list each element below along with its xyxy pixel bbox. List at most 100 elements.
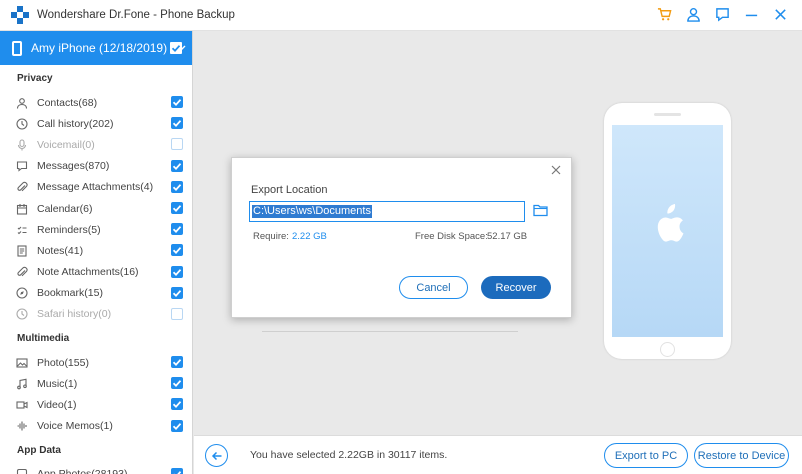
item-checkbox[interactable] <box>171 201 183 214</box>
item-checkbox[interactable] <box>171 286 183 299</box>
device-checkbox[interactable] <box>170 42 182 54</box>
item-checkbox[interactable] <box>171 96 183 108</box>
sidebar-item[interactable]: App Photos(28193) <box>0 464 192 474</box>
sidebar-item-label: Video(1) <box>37 399 77 412</box>
item-checkbox[interactable] <box>171 117 183 130</box>
sidebar: Amy iPhone (12/18/2019) Privacy Contacts… <box>0 31 193 474</box>
recover-button[interactable]: Recover <box>481 276 551 299</box>
music-icon <box>16 378 28 390</box>
back-button[interactable] <box>205 444 228 467</box>
item-checkbox[interactable] <box>171 377 183 390</box>
reminders-icon <box>16 224 28 236</box>
voicemail-icon <box>16 139 28 151</box>
apple-logo-icon <box>657 204 684 242</box>
call-history-icon <box>16 118 28 130</box>
sidebar-item-label: Notes(41) <box>37 244 84 257</box>
feedback-icon[interactable] <box>715 7 730 22</box>
item-checkbox[interactable] <box>171 138 183 151</box>
safari-history-icon <box>16 308 28 321</box>
restore-to-device-button[interactable]: Restore to Device <box>694 443 789 468</box>
require-value: 2.22 GB <box>292 231 327 242</box>
sidebar-item-label: Photo(155) <box>37 356 89 369</box>
drfone-logo-icon <box>11 6 29 24</box>
item-checkbox[interactable] <box>171 265 183 278</box>
section-title: App Data <box>17 444 61 456</box>
section-privacy: Privacy Contacts(68) Call history(202) Voi… <box>0 65 192 325</box>
sidebar-item-label: Message Attachments(4) <box>37 181 154 194</box>
item-checkbox[interactable] <box>171 180 183 193</box>
folder-icon[interactable] <box>533 203 548 217</box>
export-location-dialog: Export Location C:\Users\ws\Documents Re… <box>231 157 572 318</box>
phone-icon <box>12 40 22 56</box>
item-checkbox[interactable] <box>171 244 183 257</box>
calendar-icon <box>16 203 28 215</box>
sidebar-item-label: App Photos(28193) <box>37 468 127 474</box>
item-checkbox[interactable] <box>171 356 183 369</box>
sidebar-item[interactable]: Voice Memos(1) <box>0 416 192 437</box>
item-checkbox[interactable] <box>171 398 183 411</box>
voice-memo-icon <box>16 420 28 432</box>
notes-icon <box>16 245 28 257</box>
sidebar-item-label: Messages(870) <box>37 160 110 173</box>
sidebar-item[interactable]: Reminders(5) <box>0 219 192 240</box>
sidebar-item-label: Music(1) <box>37 377 78 390</box>
sidebar-item[interactable]: Messages(870) <box>0 156 192 177</box>
cancel-button[interactable]: Cancel <box>399 276 468 299</box>
free-space-value: 52.17 GB <box>487 231 528 242</box>
close-icon[interactable] <box>773 7 788 22</box>
device-selector[interactable]: Amy iPhone (12/18/2019) <box>0 31 192 65</box>
sidebar-item-label: Note Attachments(16) <box>37 266 139 279</box>
require-label: Require: <box>253 231 289 242</box>
item-checkbox[interactable] <box>171 307 183 320</box>
section-title: Privacy <box>17 73 53 84</box>
user-icon[interactable] <box>686 7 701 22</box>
sidebar-item-label: Call history(202) <box>37 117 114 130</box>
sidebar-item-label: Contacts(68) <box>37 96 98 109</box>
item-checkbox[interactable] <box>171 419 183 432</box>
app-photos-icon <box>16 468 28 474</box>
item-checkbox[interactable] <box>171 223 183 236</box>
sidebar-item[interactable]: Contacts(68) <box>0 92 192 113</box>
export-location-label: Export Location <box>251 184 328 196</box>
app-title: Wondershare Dr.Fone - Phone Backup <box>37 9 235 21</box>
export-path-input[interactable]: C:\Users\ws\Documents <box>249 201 525 222</box>
section-app-data: App Data App Photos(28193) <box>0 437 192 474</box>
bookmark-icon <box>16 287 28 299</box>
sidebar-item-label: Reminders(5) <box>37 223 101 236</box>
cart-icon[interactable] <box>657 7 672 22</box>
minimize-icon[interactable] <box>744 7 759 22</box>
bottom-bar: You have selected 2.22GB in 30117 items.… <box>194 435 802 474</box>
sidebar-item[interactable]: Video(1) <box>0 394 192 415</box>
free-space-label: Free Disk Space: <box>415 231 488 242</box>
sidebar-item[interactable]: Voicemail(0) <box>0 134 192 155</box>
sidebar-item-label: Safari history(0) <box>37 308 112 321</box>
sidebar-item-label: Voice Memos(1) <box>37 420 113 433</box>
attachment-icon <box>16 181 28 193</box>
export-to-pc-button[interactable]: Export to PC <box>604 443 688 468</box>
sidebar-item-label: Bookmark(15) <box>37 287 103 300</box>
sidebar-item[interactable]: Safari history(0) <box>0 304 192 325</box>
sidebar-item[interactable]: Message Attachments(4) <box>0 177 192 198</box>
title-bar: Wondershare Dr.Fone - Phone Backup <box>0 0 802 31</box>
iphone-illustration <box>604 103 731 359</box>
section-title: Multimedia <box>17 333 70 345</box>
sidebar-item[interactable]: Bookmark(15) <box>0 283 192 304</box>
sidebar-item[interactable]: Photo(155) <box>0 352 192 373</box>
video-icon <box>16 399 28 411</box>
photo-icon <box>16 357 28 369</box>
export-path-value: C:\Users\ws\Documents <box>252 205 372 218</box>
sidebar-item[interactable]: Music(1) <box>0 373 192 394</box>
sidebar-item[interactable]: Call history(202) <box>0 113 192 134</box>
device-name: Amy iPhone (12/18/2019) <box>31 41 168 55</box>
messages-icon <box>16 160 28 172</box>
item-checkbox[interactable] <box>171 159 183 172</box>
arrow-left-icon <box>211 451 221 460</box>
sidebar-item[interactable]: Note Attachments(16) <box>0 262 192 283</box>
sidebar-item[interactable]: Notes(41) <box>0 240 192 261</box>
dialog-close-icon[interactable] <box>550 164 562 176</box>
selection-summary: You have selected 2.22GB in 30117 items. <box>250 449 448 461</box>
contacts-icon <box>16 97 28 109</box>
sidebar-item-label: Voicemail(0) <box>37 138 95 151</box>
sidebar-item[interactable]: Calendar(6) <box>0 198 192 219</box>
item-checkbox[interactable] <box>171 467 183 474</box>
